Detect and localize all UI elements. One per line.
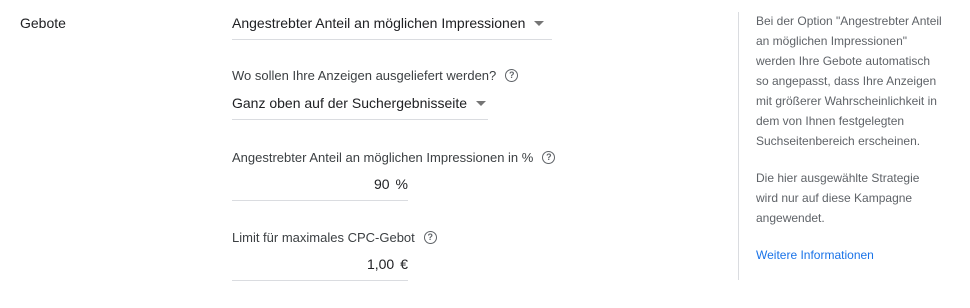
info-line: mit größerer Wahrscheinlichkeit in: [756, 94, 937, 108]
caret-down-icon: [534, 21, 545, 26]
placement-question-label: Wo sollen Ihre Anzeigen ausgeliefert wer…: [232, 68, 497, 83]
caret-down-icon: [476, 101, 487, 106]
info-line: an möglichen Impressionen": [756, 34, 908, 48]
impression-share-unit: %: [395, 176, 408, 192]
help-circle-icon[interactable]: ?: [542, 151, 556, 164]
info-line: werden Ihre Gebote automatisch: [756, 54, 931, 68]
section-label-bidding: Gebote: [20, 15, 66, 31]
info-line: wird nur auf diese Kampagne: [756, 191, 913, 205]
info-paragraph-strategy: Bei der Option "Angestrebter Anteil an m…: [756, 11, 962, 151]
help-circle-icon[interactable]: ?: [423, 231, 437, 244]
sidebar-divider: [738, 12, 739, 280]
max-cpc-input[interactable]: 1,00 €: [232, 256, 408, 281]
impression-share-label: Angestrebter Anteil an möglichen Impress…: [232, 150, 534, 165]
info-line: angewendet.: [756, 211, 825, 225]
info-line: Die hier ausgewählte Strategie: [756, 171, 920, 185]
placement-value: Ganz oben auf der Suchergebnisseite: [232, 95, 468, 111]
max-cpc-unit: €: [400, 256, 408, 272]
info-line: so angepasst, dass Ihre Anzeigen: [756, 74, 937, 88]
impression-share-input[interactable]: 90 %: [232, 176, 408, 201]
help-circle-icon[interactable]: ?: [505, 69, 519, 82]
max-cpc-question: Limit für maximales CPC-Gebot ?: [232, 230, 437, 245]
info-line: Suchseitenbereich erscheinen.: [756, 134, 921, 148]
info-paragraph-scope: Die hier ausgewählte Strategie wird nur …: [756, 168, 962, 228]
bid-strategy-dropdown[interactable]: Angestrebter Anteil an möglichen Impress…: [232, 15, 552, 40]
info-line: Bei der Option "Angestrebter Anteil: [756, 14, 942, 28]
impression-share-value: 90: [373, 176, 390, 192]
impression-share-question: Angestrebter Anteil an möglichen Impress…: [232, 150, 556, 165]
placement-dropdown[interactable]: Ganz oben auf der Suchergebnisseite: [232, 95, 488, 120]
placement-question: Wo sollen Ihre Anzeigen ausgeliefert wer…: [232, 68, 519, 83]
bid-strategy-value: Angestrebter Anteil an möglichen Impress…: [232, 15, 526, 31]
max-cpc-label: Limit für maximales CPC-Gebot: [232, 230, 415, 245]
max-cpc-value: 1,00: [366, 256, 395, 272]
info-line: dem von Ihnen festgelegten: [756, 114, 905, 128]
more-info-link[interactable]: Weitere Informationen: [756, 245, 874, 265]
